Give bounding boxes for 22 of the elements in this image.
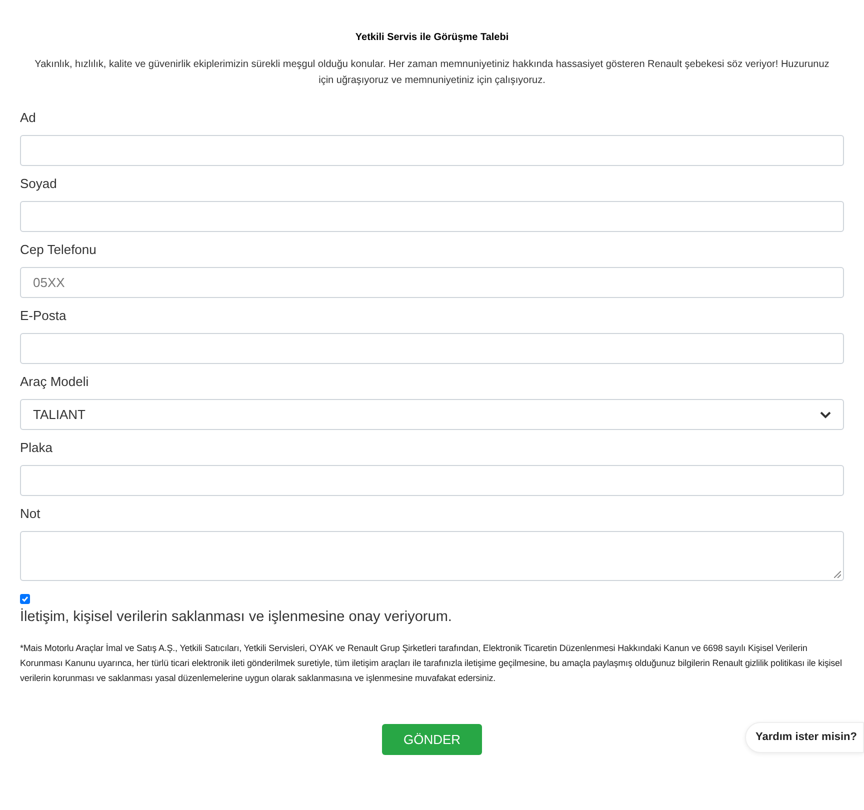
resize-handle-icon [834, 571, 841, 578]
form-title: Yetkili Servis ile Görüşme Talebi [354, 31, 510, 45]
chevron-down-icon [820, 410, 831, 418]
field-label: E-Posta [20, 307, 68, 325]
field-label: Araç Modeli [20, 373, 90, 391]
consent-label: İletişim, kişisel verilerin saklanması ve işlenmesine onay veriyorum. [20, 607, 452, 627]
disclaimer-text: *Mais Motorlu Araçlar İmal ve Satış A.Ş., Yetkili Satıcıları, Yetkili Servisleri, OYAK ve Renault Grup Şirketleri tarafından, Elektronik Ticaretin Düzenlenmesi Hakkındaki Kanun ve 6698 sayılı Kişisel Verilerin Korunması Kanunu uyarınca, her türlü ticari elektronik ileti gönderilmek suretiyle, tüm iletişim araçları ile tarafınızla iletişime geçilmesine, bu amaçla paylaşmış olduğunuz bilgilerin Renault gizlilik politikası ile kişisel verilerin korunması ve saklanması yasal düzenlemelerine uygun olarak saklanmasına ve işlenmesine muvafakat edersiniz. [20, 642, 843, 685]
select-field[interactable]: TALIANT [20, 399, 844, 430]
consent-checkbox[interactable] [20, 594, 30, 604]
field-label: Soyad [20, 175, 58, 193]
textarea-field[interactable] [20, 531, 844, 581]
text-field[interactable] [20, 135, 844, 166]
text-field[interactable] [20, 201, 844, 232]
text-field[interactable] [20, 465, 844, 496]
field-label: Not [20, 505, 42, 523]
text-field[interactable] [20, 333, 844, 364]
help-chat-bubble[interactable]: Yardım ister misin? [744, 722, 864, 753]
text-field[interactable]: 05XX [20, 267, 844, 298]
intro-text: Yakınlık, hızlılık, kalite ve güvenirlik ekiplerimizin sürekli meşgul olduğu konular. Her zaman memnuniyetiniz hakkında hassasiyet gösteren Renault şebekesi söz veriyor! Huzurunuz için uğraşıyoruz ve memnuniyetiniz için çalışıyoruz. [34, 58, 830, 88]
field-label: Ad [20, 109, 37, 127]
field-label: Plaka [20, 439, 54, 457]
field-label: Cep Telefonu [20, 241, 98, 259]
